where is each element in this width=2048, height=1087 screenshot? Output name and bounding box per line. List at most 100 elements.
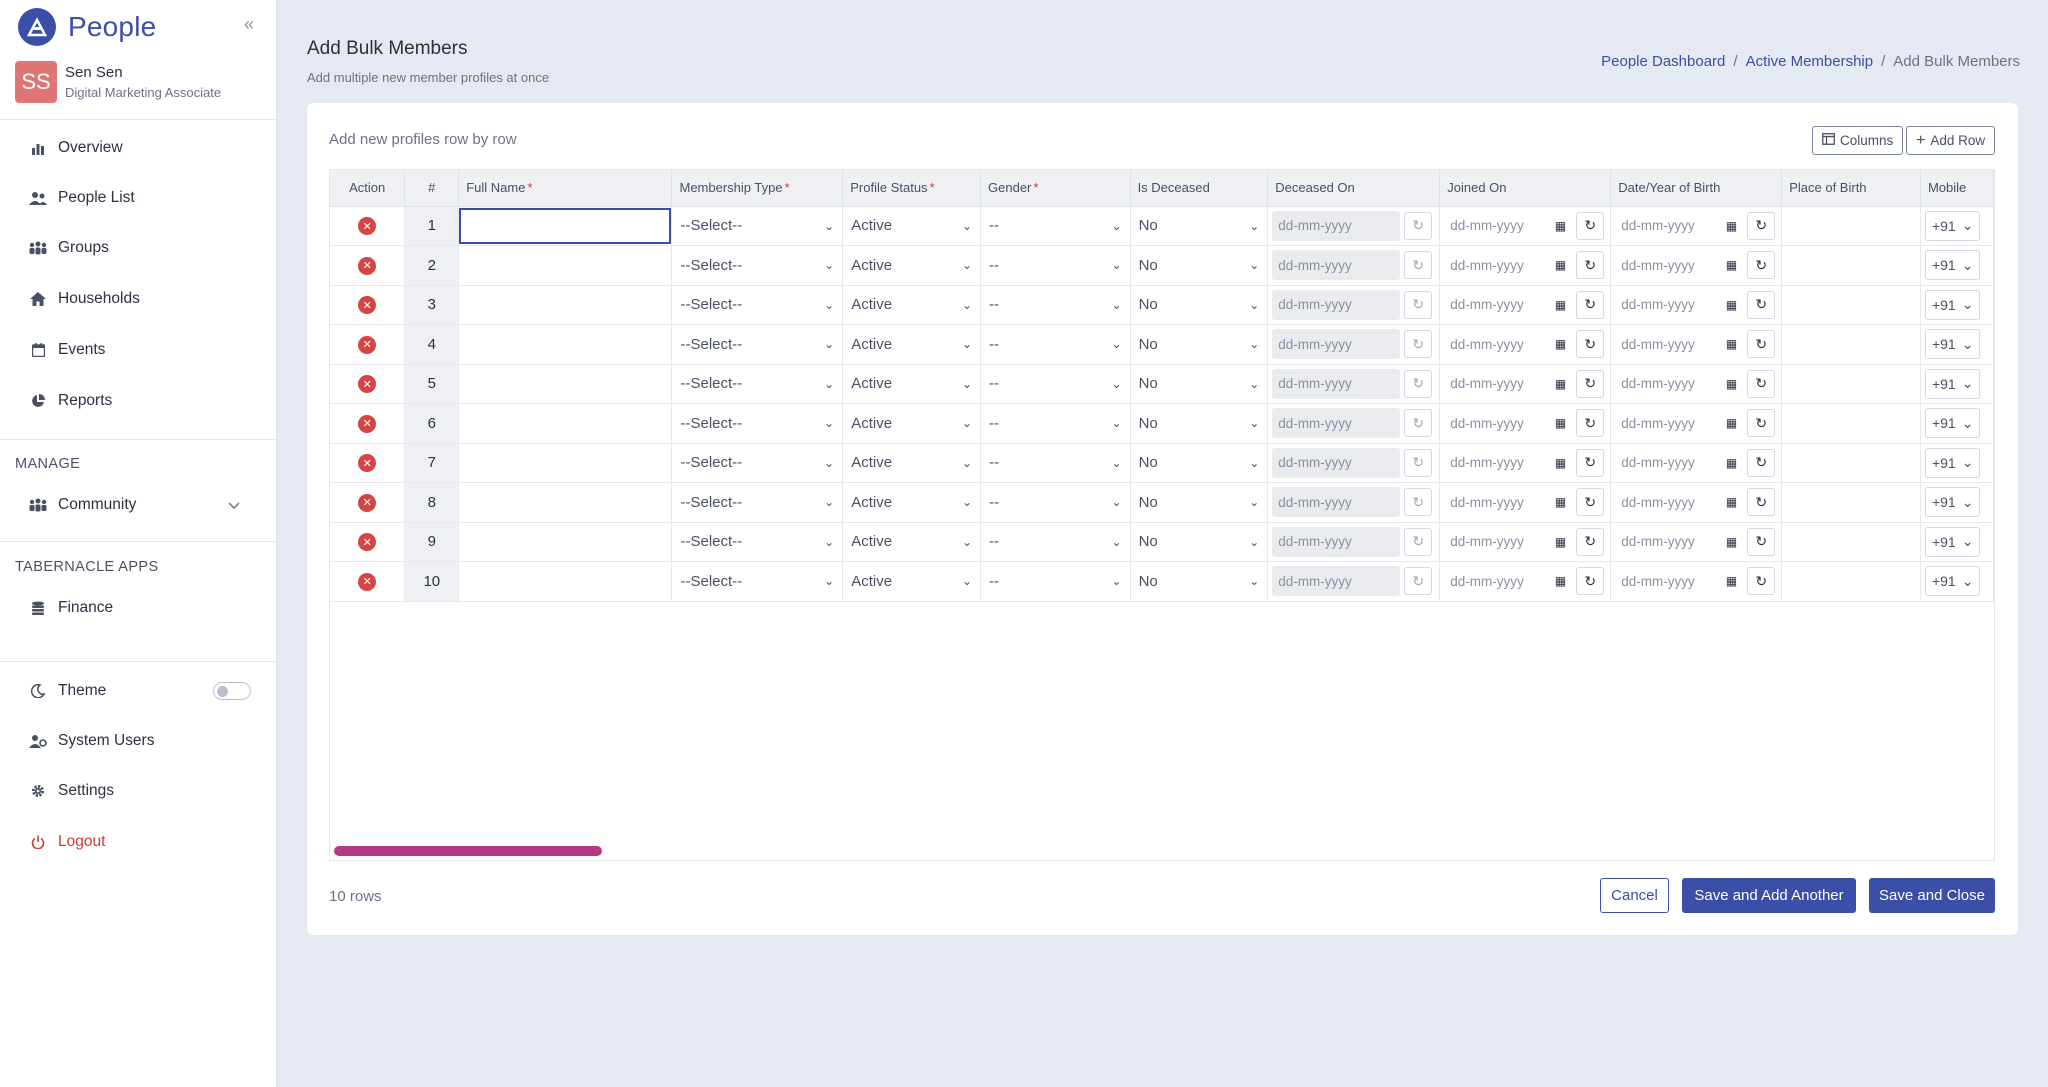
dob-input[interactable]: dd-mm-yyyy ▦ bbox=[1615, 211, 1743, 241]
delete-row-icon[interactable]: ✕ bbox=[358, 493, 377, 512]
refresh-icon[interactable]: ↻ bbox=[1747, 567, 1776, 596]
profile-status-select[interactable]: Active ⌄ bbox=[847, 487, 976, 517]
delete-row-icon[interactable]: ✕ bbox=[358, 454, 377, 472]
refresh-icon[interactable]: ↻ bbox=[1747, 488, 1776, 517]
columns-button[interactable]: Columns bbox=[1812, 126, 1904, 155]
place-of-birth-cell[interactable] bbox=[1781, 561, 1921, 602]
gender-select[interactable]: -- ⌄ bbox=[985, 329, 1126, 359]
calendar-icon[interactable]: ▦ bbox=[1726, 377, 1737, 391]
profile-status-select[interactable]: Active ⌄ bbox=[847, 448, 976, 478]
calendar-icon[interactable]: ▦ bbox=[1726, 298, 1737, 312]
is-deceased-select[interactable]: No ⌄ bbox=[1135, 211, 1264, 241]
refresh-icon[interactable]: ↻ bbox=[1576, 290, 1605, 319]
membership-type-select[interactable]: --Select-- ⌄ bbox=[676, 487, 838, 517]
refresh-icon[interactable]: ↻ bbox=[1576, 488, 1605, 517]
delete-row-icon[interactable]: ✕ bbox=[358, 533, 377, 551]
refresh-icon[interactable]: ↻ bbox=[1747, 448, 1776, 477]
calendar-icon[interactable]: ▦ bbox=[1726, 495, 1737, 509]
joined-on-input[interactable]: dd-mm-yyyy ▦ bbox=[1444, 527, 1572, 557]
refresh-icon[interactable]: ↻ bbox=[1747, 211, 1776, 240]
calendar-icon[interactable]: ▦ bbox=[1726, 337, 1737, 351]
refresh-icon[interactable]: ↻ bbox=[1576, 211, 1605, 240]
refresh-icon[interactable]: ↻ bbox=[1576, 527, 1605, 556]
place-of-birth-cell[interactable] bbox=[1781, 245, 1921, 286]
mobile-code-select[interactable]: +91 ⌄ bbox=[1924, 329, 1981, 360]
gender-select[interactable]: -- ⌄ bbox=[985, 487, 1126, 517]
calendar-icon[interactable]: ▦ bbox=[1555, 456, 1566, 470]
nav-item-events[interactable]: Events bbox=[0, 330, 277, 370]
refresh-icon[interactable]: ↻ bbox=[1747, 527, 1776, 556]
is-deceased-select[interactable]: No ⌄ bbox=[1135, 566, 1264, 596]
dob-input[interactable]: dd-mm-yyyy ▦ bbox=[1615, 329, 1743, 359]
nav-item-overview[interactable]: Overview bbox=[0, 128, 277, 168]
gender-select[interactable]: -- ⌄ bbox=[985, 448, 1126, 478]
refresh-icon[interactable]: ↻ bbox=[1576, 567, 1605, 596]
refresh-icon[interactable]: ↻ bbox=[1747, 369, 1776, 398]
nav-item-logout[interactable]: Logout bbox=[0, 822, 277, 862]
calendar-icon[interactable]: ▦ bbox=[1726, 535, 1737, 549]
calendar-icon[interactable]: ▦ bbox=[1555, 535, 1566, 549]
calendar-icon[interactable]: ▦ bbox=[1726, 574, 1737, 588]
refresh-icon[interactable]: ↻ bbox=[1576, 369, 1605, 398]
joined-on-input[interactable]: dd-mm-yyyy ▦ bbox=[1444, 329, 1572, 359]
full-name-input[interactable] bbox=[459, 287, 671, 323]
chevron-down-icon[interactable] bbox=[228, 498, 240, 513]
calendar-icon[interactable]: ▦ bbox=[1726, 416, 1737, 430]
profile-status-select[interactable]: Active ⌄ bbox=[847, 211, 976, 241]
place-of-birth-cell[interactable] bbox=[1781, 522, 1921, 562]
is-deceased-select[interactable]: No ⌄ bbox=[1135, 527, 1264, 557]
place-of-birth-cell[interactable] bbox=[1781, 285, 1921, 325]
joined-on-input[interactable]: dd-mm-yyyy ▦ bbox=[1444, 290, 1572, 320]
nav-item-finance[interactable]: Finance bbox=[0, 588, 277, 628]
membership-type-select[interactable]: --Select-- ⌄ bbox=[676, 211, 838, 241]
delete-row-icon[interactable]: ✕ bbox=[358, 217, 377, 235]
joined-on-input[interactable]: dd-mm-yyyy ▦ bbox=[1444, 487, 1572, 517]
place-of-birth-cell[interactable] bbox=[1781, 403, 1921, 444]
save-and-add-another-button[interactable]: Save and Add Another bbox=[1682, 878, 1856, 913]
dob-input[interactable]: dd-mm-yyyy ▦ bbox=[1615, 250, 1743, 280]
membership-type-select[interactable]: --Select-- ⌄ bbox=[676, 408, 838, 438]
gender-select[interactable]: -- ⌄ bbox=[985, 527, 1126, 557]
full-name-input[interactable] bbox=[459, 524, 671, 560]
profile-status-select[interactable]: Active ⌄ bbox=[847, 408, 976, 438]
add-row-button[interactable]: + Add Row bbox=[1906, 126, 1996, 155]
delete-row-icon[interactable]: ✕ bbox=[358, 375, 377, 393]
dob-input[interactable]: dd-mm-yyyy ▦ bbox=[1615, 408, 1743, 438]
profile-status-select[interactable]: Active ⌄ bbox=[847, 566, 976, 596]
mobile-code-select[interactable]: +91 ⌄ bbox=[1924, 566, 1981, 597]
calendar-icon[interactable]: ▦ bbox=[1555, 258, 1566, 272]
place-of-birth-cell[interactable] bbox=[1781, 364, 1921, 404]
is-deceased-select[interactable]: No ⌄ bbox=[1135, 448, 1264, 478]
calendar-icon[interactable]: ▦ bbox=[1555, 219, 1566, 233]
joined-on-input[interactable]: dd-mm-yyyy ▦ bbox=[1444, 250, 1572, 280]
gender-select[interactable]: -- ⌄ bbox=[985, 211, 1126, 241]
refresh-icon[interactable]: ↻ bbox=[1747, 330, 1776, 359]
is-deceased-select[interactable]: No ⌄ bbox=[1135, 290, 1264, 320]
membership-type-select[interactable]: --Select-- ⌄ bbox=[676, 527, 838, 557]
brand[interactable]: People bbox=[18, 7, 156, 47]
delete-row-icon[interactable]: ✕ bbox=[358, 296, 377, 314]
nav-item-people-list[interactable]: People List bbox=[0, 178, 277, 218]
profile-status-select[interactable]: Active ⌄ bbox=[847, 527, 976, 557]
calendar-icon[interactable]: ▦ bbox=[1555, 377, 1566, 391]
nav-item-households[interactable]: Households bbox=[0, 279, 277, 319]
full-name-input[interactable] bbox=[459, 366, 671, 402]
delete-row-icon[interactable]: ✕ bbox=[358, 414, 377, 433]
breadcrumb-link-people-dashboard[interactable]: People Dashboard bbox=[1601, 53, 1725, 70]
nav-item-community[interactable]: Community bbox=[0, 485, 277, 525]
joined-on-input[interactable]: dd-mm-yyyy ▦ bbox=[1444, 566, 1572, 596]
place-of-birth-cell[interactable] bbox=[1781, 443, 1921, 483]
joined-on-input[interactable]: dd-mm-yyyy ▦ bbox=[1444, 369, 1572, 399]
refresh-icon[interactable]: ↻ bbox=[1576, 251, 1605, 280]
breadcrumb-link-active-membership[interactable]: Active Membership bbox=[1746, 53, 1874, 70]
joined-on-input[interactable]: dd-mm-yyyy ▦ bbox=[1444, 408, 1572, 438]
refresh-icon[interactable]: ↻ bbox=[1576, 409, 1605, 438]
is-deceased-select[interactable]: No ⌄ bbox=[1135, 408, 1264, 438]
dob-input[interactable]: dd-mm-yyyy ▦ bbox=[1615, 566, 1743, 596]
calendar-icon[interactable]: ▦ bbox=[1726, 219, 1737, 233]
nav-item-theme[interactable]: Theme bbox=[0, 671, 277, 711]
full-name-input[interactable] bbox=[459, 405, 671, 441]
dob-input[interactable]: dd-mm-yyyy ▦ bbox=[1615, 448, 1743, 478]
gender-select[interactable]: -- ⌄ bbox=[985, 566, 1126, 596]
profile-status-select[interactable]: Active ⌄ bbox=[847, 290, 976, 320]
